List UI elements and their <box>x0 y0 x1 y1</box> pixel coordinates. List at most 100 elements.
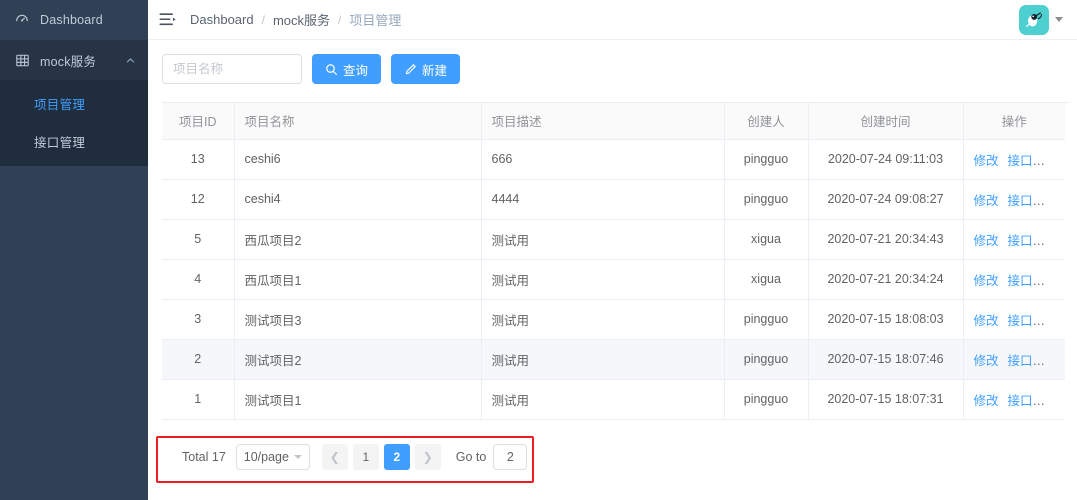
caret-down-icon[interactable] <box>1055 17 1063 22</box>
edit-link[interactable]: 修改 <box>974 274 999 288</box>
sidebar: Dashboard mock服务 项目管理 接口管理 <box>0 0 148 500</box>
table-row[interactable]: 1 测试项目1 测试用 pingguo 2020-07-15 18:07:31 修改 接口m… <box>162 379 1065 420</box>
pagination-prev-button[interactable]: ❮ <box>321 443 348 470</box>
user-avatar-bird-icon <box>1026 11 1043 27</box>
edit-link[interactable]: 修改 <box>974 394 999 408</box>
chevron-up-icon <box>124 54 136 66</box>
interface-mock-link[interactable]: 接口mock <box>1008 234 1063 248</box>
sidebar-item-dashboard-label: Dashboard <box>40 13 103 27</box>
column-header-project-desc: 项目描述 <box>481 103 725 140</box>
edit-link[interactable]: 修改 <box>974 314 999 328</box>
cell-creator: pingguo <box>724 139 809 180</box>
edit-link[interactable]: 修改 <box>974 234 999 248</box>
sidebar-item-interface-management[interactable]: 接口管理 <box>0 122 148 160</box>
create-button-label: 新建 <box>422 63 448 78</box>
pagination-page-2[interactable]: 2 <box>383 443 410 470</box>
page-size-select[interactable]: 10/page <box>235 443 310 470</box>
page-size-value: 10/page <box>243 449 289 464</box>
interface-mock-link[interactable]: 接口mock <box>1008 354 1063 368</box>
cell-created-time: 2020-07-24 09:11:03 <box>808 139 964 180</box>
breadcrumb-item-dashboard[interactable]: Dashboard <box>190 12 254 27</box>
filter-bar: 查询 新建 <box>162 54 1069 84</box>
chevron-down-icon <box>293 454 302 459</box>
cell-project-name: 西瓜项目2 <box>234 219 482 260</box>
interface-mock-link[interactable]: 接口mock <box>1008 394 1063 408</box>
table-row[interactable]: 3 测试项目3 测试用 pingguo 2020-07-15 18:08:03 修改 接口m… <box>162 299 1065 340</box>
pagination-total-label: Total 17 <box>182 449 226 464</box>
cell-project-desc: 测试用 <box>481 339 725 380</box>
pagination-goto-label: Go to <box>455 449 487 464</box>
breadcrumb: Dashboard / mock服务 / 项目管理 <box>190 10 401 29</box>
column-header-project-name: 项目名称 <box>234 103 482 140</box>
cell-created-time: 2020-07-15 18:08:03 <box>808 299 964 340</box>
table-header: 项目ID 项目名称 项目描述 创建人 创建时间 操作 <box>162 103 1065 140</box>
interface-mock-link[interactable]: 接口mock <box>1008 274 1063 288</box>
cell-created-time: 2020-07-21 20:34:43 <box>808 219 964 260</box>
column-header-creator: 创建人 <box>724 103 809 140</box>
cell-actions: 修改 接口mock <box>963 139 1065 180</box>
cell-actions: 修改 接口mock <box>963 299 1065 340</box>
interface-mock-link[interactable]: 接口mock <box>1008 314 1063 328</box>
grid-icon <box>14 52 30 68</box>
pagination-zone: Total 17 10/page ❮ 1 2 ❯ Go to <box>156 430 1069 490</box>
breadcrumb-separator: / <box>338 12 342 27</box>
edit-link[interactable]: 修改 <box>974 354 999 368</box>
table-row[interactable]: 5 西瓜项目2 测试用 xigua 2020-07-21 20:34:43 修改 接口moc… <box>162 219 1065 260</box>
query-button[interactable]: 查询 <box>312 54 382 84</box>
interface-mock-link[interactable]: 接口mock <box>1008 154 1063 168</box>
app-root: Dashboard mock服务 项目管理 接口管理 Dashboard / m… <box>0 0 1077 500</box>
navbar-right <box>1019 4 1067 35</box>
main-area: Dashboard / mock服务 / 项目管理 项目名称 查询 新建 项目I… <box>148 0 1077 500</box>
cell-project-id: 4 <box>162 259 235 300</box>
interface-mock-link[interactable]: 接口mock <box>1008 194 1063 208</box>
sidebar-item-dashboard[interactable]: Dashboard <box>0 0 148 40</box>
edit-link[interactable]: 修改 <box>974 194 999 208</box>
cell-project-name: 测试项目3 <box>234 299 482 340</box>
navbar: Dashboard / mock服务 / 项目管理 <box>148 0 1077 40</box>
cell-created-time: 2020-07-15 18:07:31 <box>808 379 964 420</box>
cell-actions: 修改 接口mock <box>963 259 1065 300</box>
sidebar-item-project-management-label: 项目管理 <box>34 97 86 112</box>
content-area: 查询 新建 <box>148 40 1077 500</box>
table-header-row: 项目ID 项目名称 项目描述 创建人 创建时间 操作 <box>162 103 1065 140</box>
cell-project-id: 3 <box>162 299 235 340</box>
avatar[interactable] <box>1019 4 1049 35</box>
table-row[interactable]: 2 测试项目2 测试用 pingguo 2020-07-15 18:07:46 修改 接口m… <box>162 339 1065 380</box>
project-table-element: 项目ID 项目名称 项目描述 创建人 创建时间 操作 13 ceshi6 666 pi… <box>162 103 1065 420</box>
cell-project-id: 5 <box>162 219 235 260</box>
search-icon <box>325 63 338 76</box>
table-row[interactable]: 13 ceshi6 666 pingguo 2020-07-24 09:11:03 修改接… <box>162 139 1065 180</box>
cell-actions: 修改 接口mock <box>963 339 1065 380</box>
cell-project-name: 测试项目1 <box>234 379 482 420</box>
cell-creator: pingguo <box>724 339 809 380</box>
edit-link[interactable]: 修改 <box>974 154 999 168</box>
project-table: 项目ID 项目名称 项目描述 创建人 创建时间 操作 13 ceshi6 666 pi… <box>162 102 1069 420</box>
cell-actions: 修改 接口mock <box>963 379 1065 420</box>
cell-created-time: 2020-07-21 20:34:24 <box>808 259 964 300</box>
search-input[interactable] <box>162 54 302 84</box>
cell-creator: pingguo <box>724 179 809 220</box>
sidebar-item-mock-service[interactable]: mock服务 <box>0 40 148 80</box>
cell-project-desc: 测试用 <box>481 299 725 340</box>
cell-project-desc: 666 <box>481 139 725 180</box>
pagination-goto-input[interactable] <box>493 443 528 470</box>
breadcrumb-item-mock-service[interactable]: mock服务 <box>273 10 330 29</box>
cell-actions: 修改 接口mock <box>963 219 1065 260</box>
pagination-page-1[interactable]: 1 <box>352 443 379 470</box>
pagination-next-button[interactable]: ❯ <box>414 443 441 470</box>
hamburger-collapse-icon[interactable] <box>156 9 178 31</box>
pagination: Total 17 10/page ❮ 1 2 ❯ Go to <box>182 443 528 470</box>
cell-project-desc: 4444 <box>481 179 725 220</box>
table-row[interactable]: 12 ceshi4 4444 pingguo 2020-07-24 09:08:27 修改… <box>162 179 1065 220</box>
breadcrumb-item-project-management: 项目管理 <box>349 13 402 28</box>
sidebar-item-project-management[interactable]: 项目管理 <box>0 84 148 122</box>
cell-project-id: 13 <box>162 139 235 180</box>
cell-project-name: ceshi4 <box>234 179 482 220</box>
table-row[interactable]: 4 西瓜项目1 测试用 xigua 2020-07-21 20:34:24 修改 接口moc… <box>162 259 1065 300</box>
create-button[interactable]: 新建 <box>391 54 461 84</box>
chevron-left-icon: ❮ <box>329 449 340 464</box>
query-button-label: 查询 <box>343 63 369 78</box>
sidebar-item-interface-management-label: 接口管理 <box>34 135 86 150</box>
breadcrumb-separator: / <box>261 12 265 27</box>
cell-project-id: 12 <box>162 179 235 220</box>
